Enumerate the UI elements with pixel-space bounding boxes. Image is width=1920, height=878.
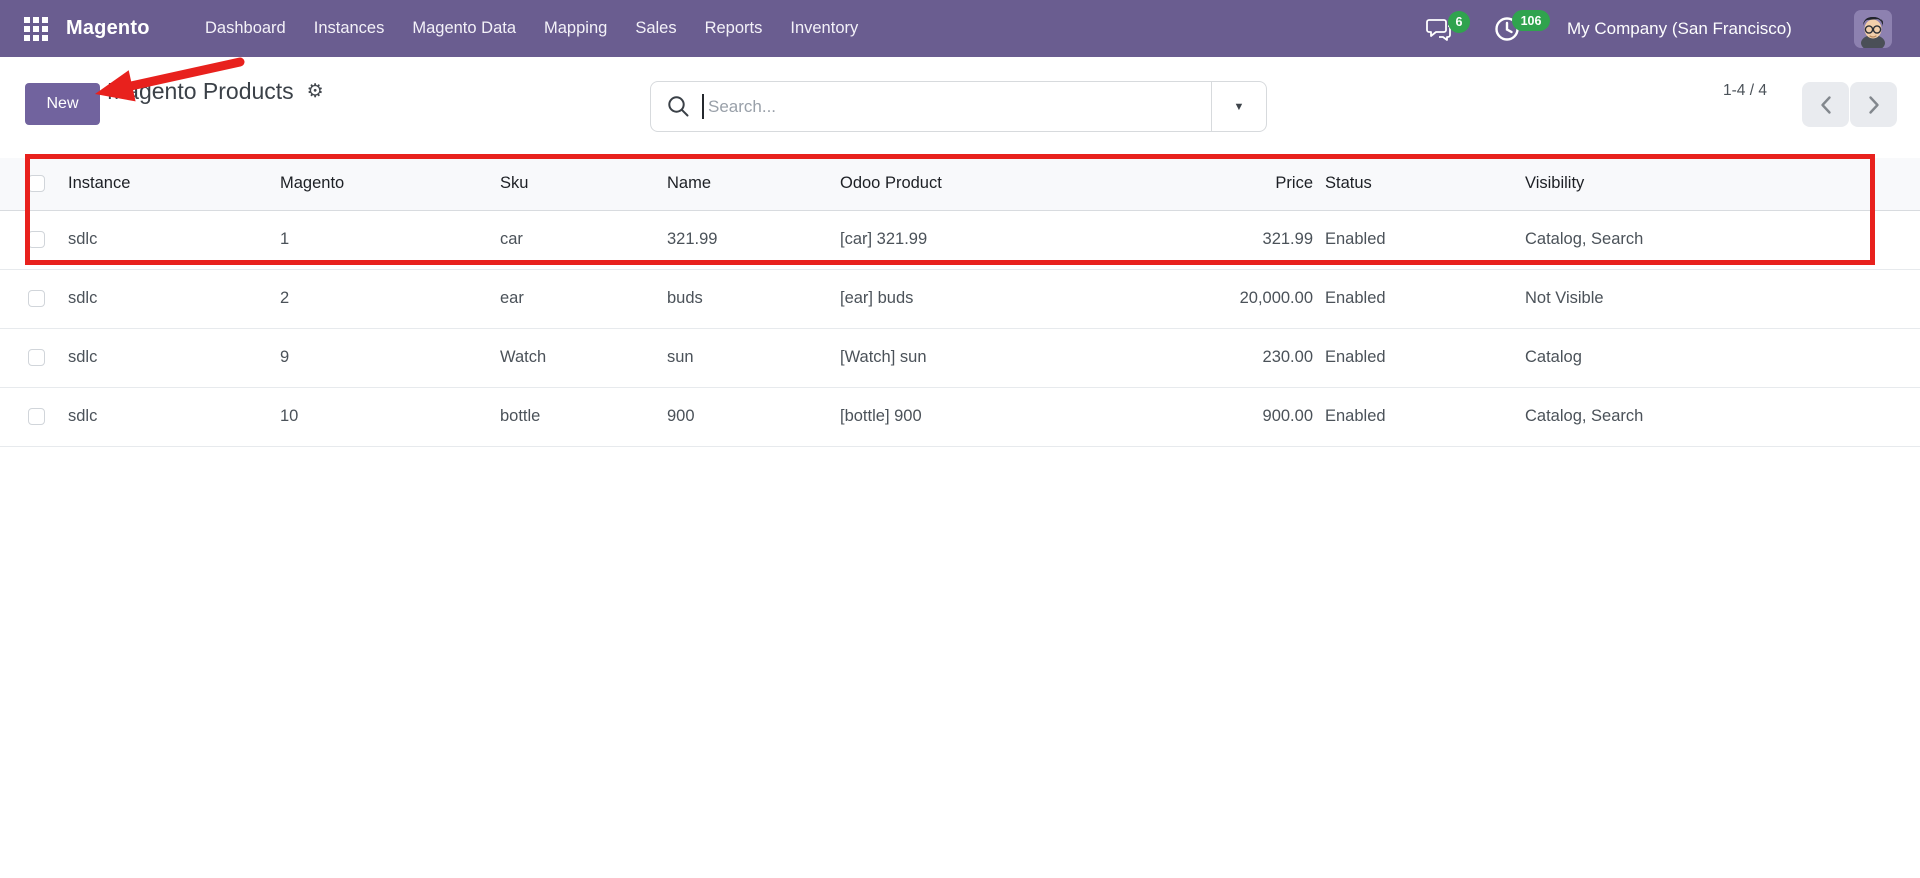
- column-header-odoo-product[interactable]: Odoo Product: [828, 158, 1089, 211]
- page-title: Magento Products: [107, 77, 294, 104]
- column-header-price[interactable]: Price: [1089, 158, 1313, 211]
- chevron-right-icon: [1868, 95, 1879, 114]
- activities-badge: 106: [1512, 10, 1550, 31]
- cell-price[interactable]: 230.00: [1089, 328, 1313, 388]
- apps-grid-icon[interactable]: [24, 17, 48, 41]
- row-checkbox[interactable]: [28, 349, 45, 366]
- cell-sku[interactable]: ear: [488, 269, 655, 329]
- row-checkbox[interactable]: [28, 290, 45, 307]
- cell-visibility[interactable]: Catalog: [1513, 328, 1920, 388]
- cell-odoo-product[interactable]: [bottle] 900: [828, 387, 1089, 447]
- cell-odoo-product[interactable]: [car] 321.99: [828, 210, 1089, 270]
- select-all-checkbox[interactable]: [28, 175, 45, 193]
- cell-visibility[interactable]: Not Visible: [1513, 269, 1920, 329]
- cell-status[interactable]: Enabled: [1313, 328, 1513, 388]
- nav-item-instances[interactable]: Instances: [314, 0, 385, 57]
- pager-range: 1-4 / 4: [1723, 82, 1767, 99]
- column-header-name[interactable]: Name: [655, 158, 828, 211]
- pager: [1802, 82, 1897, 127]
- nav-menu: Dashboard Instances Magento Data Mapping…: [205, 0, 858, 57]
- cell-instance[interactable]: sdlc: [56, 210, 268, 270]
- cell-status[interactable]: Enabled: [1313, 210, 1513, 270]
- cell-magento[interactable]: 2: [268, 269, 488, 329]
- cell-price[interactable]: 900.00: [1089, 387, 1313, 447]
- table-row[interactable]: sdlc 9 Watch sun [Watch] sun 230.00 Enab…: [0, 328, 1920, 388]
- column-header-instance[interactable]: Instance: [56, 158, 268, 211]
- gear-icon[interactable]: ⚙: [307, 82, 324, 101]
- control-panel: New Magento Products ⚙ ▼ 1-4 / 4: [0, 57, 1920, 132]
- nav-item-dashboard[interactable]: Dashboard: [205, 0, 286, 57]
- table-row[interactable]: sdlc 1 car 321.99 [car] 321.99 321.99 En…: [0, 210, 1920, 270]
- column-header-magento[interactable]: Magento: [268, 158, 488, 211]
- cell-name[interactable]: 321.99: [655, 210, 828, 270]
- pager-previous-button[interactable]: [1802, 82, 1849, 127]
- company-switcher[interactable]: My Company (San Francisco): [1567, 0, 1792, 57]
- nav-item-magento-data[interactable]: Magento Data: [412, 0, 516, 57]
- cell-status[interactable]: Enabled: [1313, 269, 1513, 329]
- cell-odoo-product[interactable]: [ear] buds: [828, 269, 1089, 329]
- caret-down-icon: ▼: [1233, 100, 1245, 113]
- top-navbar: Magento Dashboard Instances Magento Data…: [0, 0, 1920, 57]
- column-header-status[interactable]: Status: [1313, 158, 1513, 211]
- cell-name[interactable]: buds: [655, 269, 828, 329]
- column-header-visibility[interactable]: Visibility: [1513, 158, 1920, 211]
- cell-sku[interactable]: car: [488, 210, 655, 270]
- pager-next-button[interactable]: [1850, 82, 1897, 127]
- cell-sku[interactable]: Watch: [488, 328, 655, 388]
- table-header-row: Instance Magento Sku Name Odoo Product P…: [0, 158, 1920, 211]
- search-input[interactable]: [704, 96, 1266, 117]
- cell-magento[interactable]: 10: [268, 387, 488, 447]
- nav-item-inventory[interactable]: Inventory: [790, 0, 858, 57]
- cell-visibility[interactable]: Catalog, Search: [1513, 210, 1920, 270]
- cell-magento[interactable]: 1: [268, 210, 488, 270]
- nav-item-sales[interactable]: Sales: [635, 0, 676, 57]
- products-list: Instance Magento Sku Name Odoo Product P…: [0, 158, 1920, 447]
- table-row[interactable]: sdlc 2 ear buds [ear] buds 20,000.00 Ena…: [0, 269, 1920, 329]
- magento-products-page: Magento Dashboard Instances Magento Data…: [0, 0, 1920, 878]
- search-icon: [668, 96, 689, 117]
- nav-item-reports[interactable]: Reports: [705, 0, 763, 57]
- cell-price[interactable]: 321.99: [1089, 210, 1313, 270]
- app-brand[interactable]: Magento: [66, 0, 150, 57]
- cell-visibility[interactable]: Catalog, Search: [1513, 387, 1920, 447]
- chevron-left-icon: [1820, 95, 1831, 114]
- row-checkbox[interactable]: [28, 231, 45, 248]
- cell-instance[interactable]: sdlc: [56, 328, 268, 388]
- column-header-sku[interactable]: Sku: [488, 158, 655, 211]
- row-checkbox[interactable]: [28, 408, 45, 425]
- cell-magento[interactable]: 9: [268, 328, 488, 388]
- table-row[interactable]: sdlc 10 bottle 900 [bottle] 900 900.00 E…: [0, 387, 1920, 447]
- cell-name[interactable]: sun: [655, 328, 828, 388]
- cell-instance[interactable]: sdlc: [56, 387, 268, 447]
- search-bar: ▼: [650, 81, 1267, 132]
- breadcrumb: Magento Products ⚙: [107, 57, 324, 125]
- user-avatar[interactable]: [1854, 10, 1892, 48]
- cell-odoo-product[interactable]: [Watch] sun: [828, 328, 1089, 388]
- search-dropdown-toggle[interactable]: ▼: [1211, 82, 1266, 131]
- new-button[interactable]: New: [25, 83, 100, 125]
- cell-status[interactable]: Enabled: [1313, 387, 1513, 447]
- messages-badge: 6: [1448, 11, 1470, 33]
- nav-item-mapping[interactable]: Mapping: [544, 0, 607, 57]
- cell-instance[interactable]: sdlc: [56, 269, 268, 329]
- cell-price[interactable]: 20,000.00: [1089, 269, 1313, 329]
- cell-sku[interactable]: bottle: [488, 387, 655, 447]
- cell-name[interactable]: 900: [655, 387, 828, 447]
